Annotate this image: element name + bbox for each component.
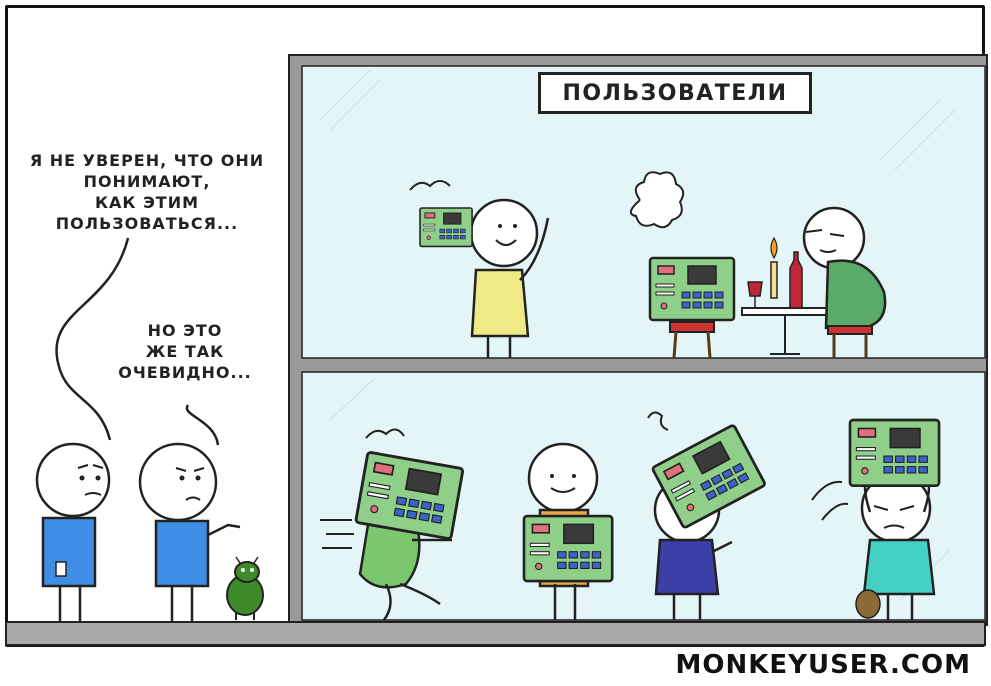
ground bbox=[5, 621, 986, 646]
speech-line: Я НЕ УВЕРЕН, ЧТО ОНИ bbox=[29, 151, 265, 170]
onlooker-left bbox=[35, 442, 111, 621]
speech-line: ПОЛЬЗОВАТЬСЯ... bbox=[55, 214, 239, 233]
room-sign: ПОЛЬЗОВАТЕЛИ bbox=[538, 72, 812, 114]
speech-line: ЖЕ ТАК bbox=[145, 342, 225, 361]
speech-line: НО ЭТО bbox=[147, 321, 223, 340]
bug-mascot bbox=[226, 556, 264, 620]
speech-line: КАК ЭТИМ bbox=[94, 193, 200, 212]
speech-bubble-doubt: Я НЕ УВЕРЕН, ЧТО ОНИ ПОНИМАЮТ, КАК ЭТИМ … bbox=[12, 150, 282, 234]
speech-bubble-obvious: НО ЭТО ЖЕ ТАК ОЧЕВИДНО... bbox=[110, 320, 260, 383]
onlooker-right bbox=[138, 442, 241, 621]
speech-line: ПОНИМАЮТ, bbox=[83, 172, 211, 191]
speech-line: ОЧЕВИДНО... bbox=[118, 363, 252, 382]
credit-text: MONKEYUSER.COM bbox=[675, 650, 971, 680]
